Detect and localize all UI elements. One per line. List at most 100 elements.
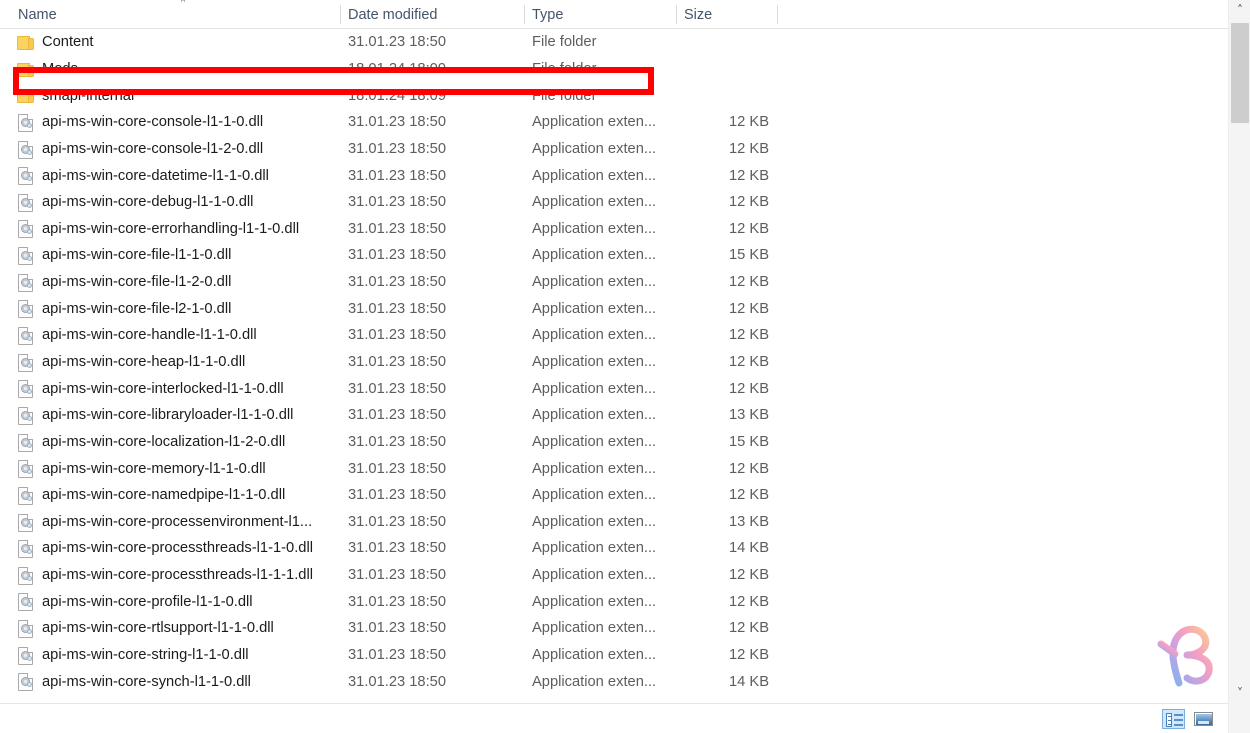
dll-file-icon [16,646,36,665]
status-bar [0,703,1228,733]
column-divider-size[interactable] [777,5,778,24]
column-divider-type[interactable] [676,5,677,24]
file-row[interactable]: api-ms-win-core-interlocked-l1-1-0.dll31… [0,375,1228,402]
file-row[interactable]: api-ms-win-core-libraryloader-l1-1-0.dll… [0,402,1228,429]
file-type: Application exten... [532,535,656,562]
large-icons-view-button[interactable] [1192,709,1215,729]
file-date-modified: 31.01.23 18:50 [348,455,446,482]
dll-file-icon [16,140,36,159]
file-type: Application exten... [532,242,656,269]
dll-file-icon [16,219,36,238]
file-date-modified: 31.01.23 18:50 [348,136,446,163]
file-row[interactable]: api-ms-win-core-console-l1-2-0.dll 31.01.… [0,136,1228,163]
scroll-up-arrow-icon[interactable]: ˄ [1229,0,1250,20]
file-row[interactable]: Content31.01.23 18:50File folder [0,29,1228,56]
file-size: 12 KB [669,349,769,376]
file-date-modified: 31.01.23 18:50 [348,109,446,136]
column-divider-date[interactable] [524,5,525,24]
file-date-modified: 31.01.23 18:50 [348,349,446,376]
file-row[interactable]: api-ms-win-core-processthreads-l1-1-1.dl… [0,562,1228,589]
file-type: Application exten... [532,455,656,482]
file-row[interactable]: api-ms-win-core-debug-l1-1-0.dll31.01.23… [0,189,1228,216]
file-row[interactable]: api-ms-win-core-heap-l1-1-0.dll31.01.23 … [0,349,1228,376]
scroll-down-arrow-icon[interactable]: ˅ [1229,683,1250,703]
vertical-scrollbar[interactable]: ˄ ˅ [1228,0,1250,733]
column-header-type[interactable]: Type [532,0,563,29]
dll-file-icon [16,406,36,425]
file-row[interactable]: api-ms-win-core-memory-l1-1-0.dll 31.01.2… [0,455,1228,482]
file-size: 12 KB [669,482,769,509]
file-type: File folder [532,82,597,109]
column-header-name-label: Name [18,7,57,23]
file-explorer-window: Name ˄ Date modified Type Size Content31… [0,0,1250,733]
file-date-modified: 31.01.23 18:50 [348,402,446,429]
file-row[interactable]: api-ms-win-core-synch-l1-1-0.dll31.01.23… [0,668,1228,695]
file-row[interactable]: api-ms-win-core-string-l1-1-0.dll 31.01.2… [0,642,1228,669]
file-row[interactable]: api-ms-win-core-namedpipe-l1-1-0.dll31.0… [0,482,1228,509]
file-row[interactable]: Mods18.01.24 18:09File folder [0,56,1228,83]
dll-file-icon [16,672,36,691]
dll-file-icon [16,566,36,585]
file-type: Application exten... [532,189,656,216]
file-date-modified: 31.01.23 18:50 [348,509,446,536]
file-row[interactable]: api-ms-win-core-datetime-l1-1-0.dll31.01… [0,162,1228,189]
file-name: smapi-internal [42,82,134,109]
file-list[interactable]: Content31.01.23 18:50File folderMods18.0… [0,29,1228,703]
file-name: api-ms-win-core-processthreads-l1-1-1.dl… [42,562,313,589]
file-date-modified: 31.01.23 18:50 [348,482,446,509]
file-date-modified: 31.01.23 18:50 [348,29,446,56]
file-name: api-ms-win-core-processthreads-l1-1-0.dl… [42,535,313,562]
file-type: Application exten... [532,562,656,589]
file-row[interactable]: api-ms-win-core-file-l2-1-0.dll31.01.23 … [0,295,1228,322]
file-size: 12 KB [669,215,769,242]
file-row[interactable]: api-ms-win-core-localization-l1-2-0.dll3… [0,429,1228,456]
file-name: api-ms-win-core-file-l2-1-0.dll [42,295,231,322]
file-size [669,29,769,56]
details-view-button[interactable] [1162,709,1185,729]
dll-file-icon [16,273,36,292]
file-name: api-ms-win-core-handle-l1-1-0.dll [42,322,257,349]
file-row[interactable]: api-ms-win-core-processthreads-l1-1-0.dl… [0,535,1228,562]
file-size: 12 KB [669,189,769,216]
file-row[interactable]: api-ms-win-core-rtlsupport-l1-1-0.dll31.… [0,615,1228,642]
file-date-modified: 31.01.23 18:50 [348,535,446,562]
file-date-modified: 31.01.23 18:50 [348,642,446,669]
file-type: Application exten... [532,136,656,163]
file-type: Application exten... [532,482,656,509]
file-row[interactable]: api-ms-win-core-console-l1-1-0.dll31.01.… [0,109,1228,136]
column-header-date-modified[interactable]: Date modified [348,0,437,29]
file-row[interactable]: api-ms-win-core-handle-l1-1-0.dll31.01.2… [0,322,1228,349]
file-name: api-ms-win-core-libraryloader-l1-1-0.dll [42,402,293,429]
file-row[interactable]: api-ms-win-core-file-l1-2-0.dll 31.01.23 … [0,269,1228,296]
file-name: api-ms-win-core-file-l1-2-0.dll [42,269,231,296]
file-row[interactable]: api-ms-win-core-profile-l1-1-0.dll31.01.… [0,588,1228,615]
column-header-name[interactable]: Name [18,0,57,29]
dll-file-icon [16,459,36,478]
file-name: api-ms-win-core-string-l1-1-0.dll [42,642,249,669]
file-date-modified: 31.01.23 18:50 [348,269,446,296]
view-mode-buttons [1162,709,1215,729]
column-header-size[interactable]: Size [684,0,712,29]
file-name: api-ms-win-core-console-l1-2-0.dll [42,136,263,163]
dll-file-icon [16,486,36,505]
file-type: Application exten... [532,215,656,242]
file-type: Application exten... [532,668,656,695]
dll-file-icon [16,246,36,265]
file-row[interactable]: api-ms-win-core-processenvironment-l1...… [0,509,1228,536]
file-size: 12 KB [669,109,769,136]
file-size: 12 KB [669,269,769,296]
sort-ascending-icon: ˄ [176,1,190,11]
scrollbar-thumb[interactable] [1231,23,1249,123]
file-date-modified: 31.01.23 18:50 [348,668,446,695]
file-row[interactable]: smapi-internal18.01.24 18:09File folder [0,82,1228,109]
file-type: Application exten... [532,509,656,536]
file-type: Application exten... [532,615,656,642]
file-name: api-ms-win-core-memory-l1-1-0.dll [42,455,266,482]
file-type: Application exten... [532,429,656,456]
file-row[interactable]: api-ms-win-core-errorhandling-l1-1-0.dll… [0,215,1228,242]
column-divider-name[interactable] [340,5,341,24]
file-size: 14 KB [669,668,769,695]
file-name: api-ms-win-core-profile-l1-1-0.dll [42,588,253,615]
file-type: File folder [532,56,597,83]
file-row[interactable]: api-ms-win-core-file-l1-1-0.dll31.01.23 … [0,242,1228,269]
